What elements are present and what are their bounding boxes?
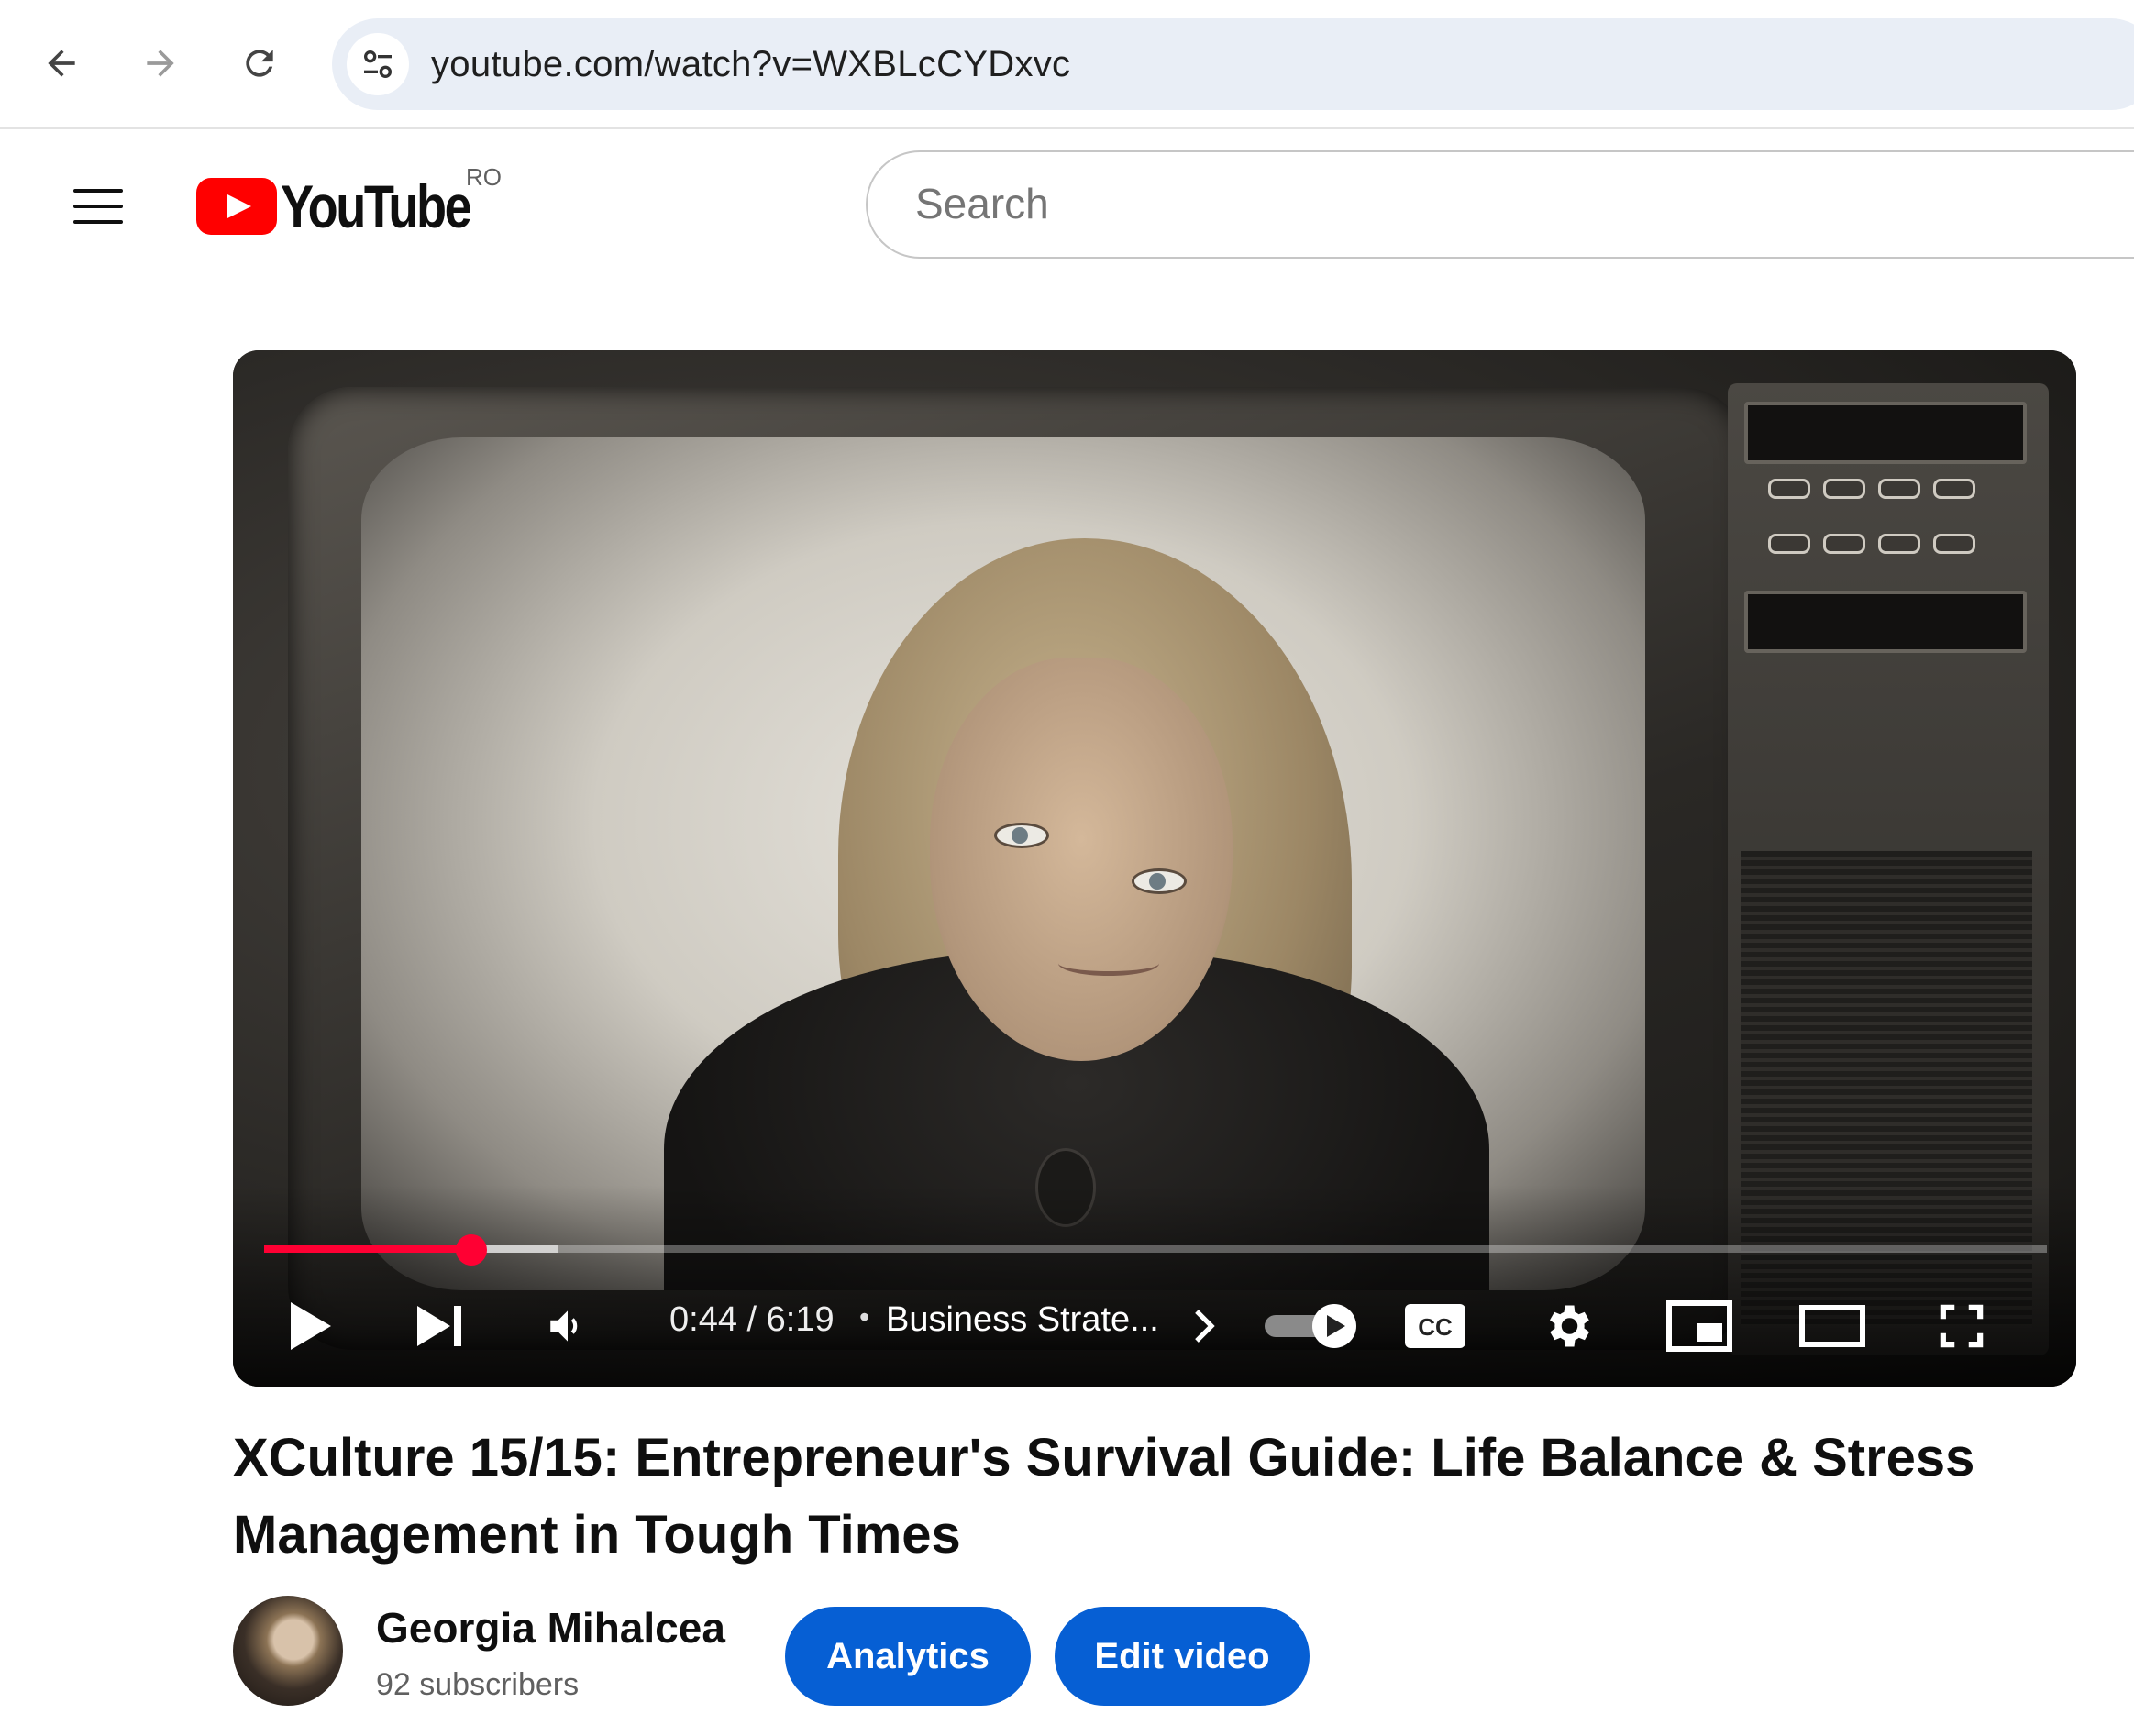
video-title: XCulture 15/15: Entrepreneur's Survival …	[233, 1428, 1975, 1565]
captions-button[interactable]: CC	[1394, 1289, 1476, 1363]
chapter-separator: •	[859, 1300, 870, 1333]
search-input[interactable]	[913, 178, 2109, 229]
captions-icon: CC	[1405, 1304, 1465, 1348]
video-player[interactable]: 0:44 / 6:19 • Business Strate... CC	[233, 350, 2076, 1387]
settings-icon	[1550, 1305, 1589, 1347]
youtube-logo[interactable]: YouTube	[196, 172, 512, 240]
edit-video-button[interactable]: Edit video	[1055, 1607, 1310, 1706]
forward-button[interactable]	[128, 31, 193, 95]
svg-text:CC: CC	[1418, 1313, 1453, 1341]
country-code: RO	[466, 163, 502, 191]
progress-bar[interactable]	[264, 1234, 2047, 1266]
youtube-play-logo-icon	[196, 178, 277, 235]
subscriber-count: 92 subscribers	[376, 1667, 580, 1702]
fullscreen-icon	[1940, 1304, 1984, 1348]
channel-name[interactable]: Georgia Mihalcea	[376, 1603, 725, 1653]
browser-toolbar: youtube.com/watch?v=WXBLcCYDxvc	[0, 0, 2134, 129]
mute-button[interactable]	[526, 1289, 609, 1363]
next-button[interactable]	[398, 1289, 481, 1363]
video-content	[361, 437, 1645, 1290]
back-button[interactable]	[29, 31, 94, 95]
reload-icon	[246, 50, 273, 77]
url-text[interactable]: youtube.com/watch?v=WXBLcCYDxvc	[431, 40, 1070, 88]
tune-icon	[364, 50, 392, 79]
arrow-right-icon	[147, 50, 174, 77]
reload-button[interactable]	[227, 31, 292, 95]
miniplayer-button[interactable]	[1658, 1289, 1741, 1363]
arrow-left-icon	[48, 50, 75, 77]
volume-icon	[550, 1310, 578, 1342]
autoplay-toggle[interactable]	[1260, 1289, 1361, 1363]
channel-avatar[interactable]	[233, 1596, 343, 1706]
site-info-button[interactable]	[347, 33, 409, 95]
analytics-button[interactable]: Analytics	[785, 1607, 1031, 1706]
chapter-title[interactable]: Business Strate...	[886, 1300, 1159, 1340]
autoplay-toggle-icon	[1265, 1304, 1356, 1348]
next-icon	[417, 1306, 461, 1346]
chapter-chevron-button[interactable]	[1187, 1289, 1223, 1363]
fullscreen-button[interactable]	[1920, 1289, 2003, 1363]
settings-button[interactable]	[1526, 1289, 1609, 1363]
played-bar	[264, 1245, 471, 1253]
search-box[interactable]	[866, 150, 2134, 259]
theater-icon	[1799, 1305, 1865, 1347]
scrubber-handle[interactable]	[455, 1234, 487, 1266]
theater-mode-button[interactable]	[1786, 1289, 1878, 1363]
play-button[interactable]	[270, 1289, 352, 1363]
play-icon	[291, 1302, 331, 1350]
miniplayer-icon	[1666, 1300, 1732, 1352]
time-display: 0:44 / 6:19	[669, 1300, 835, 1339]
address-bar[interactable]: youtube.com/watch?v=WXBLcCYDxvc	[332, 18, 2134, 110]
guide-menu-button[interactable]	[66, 174, 130, 238]
chevron-right-icon	[1195, 1310, 1215, 1343]
logo-text: YouTube	[281, 172, 472, 240]
